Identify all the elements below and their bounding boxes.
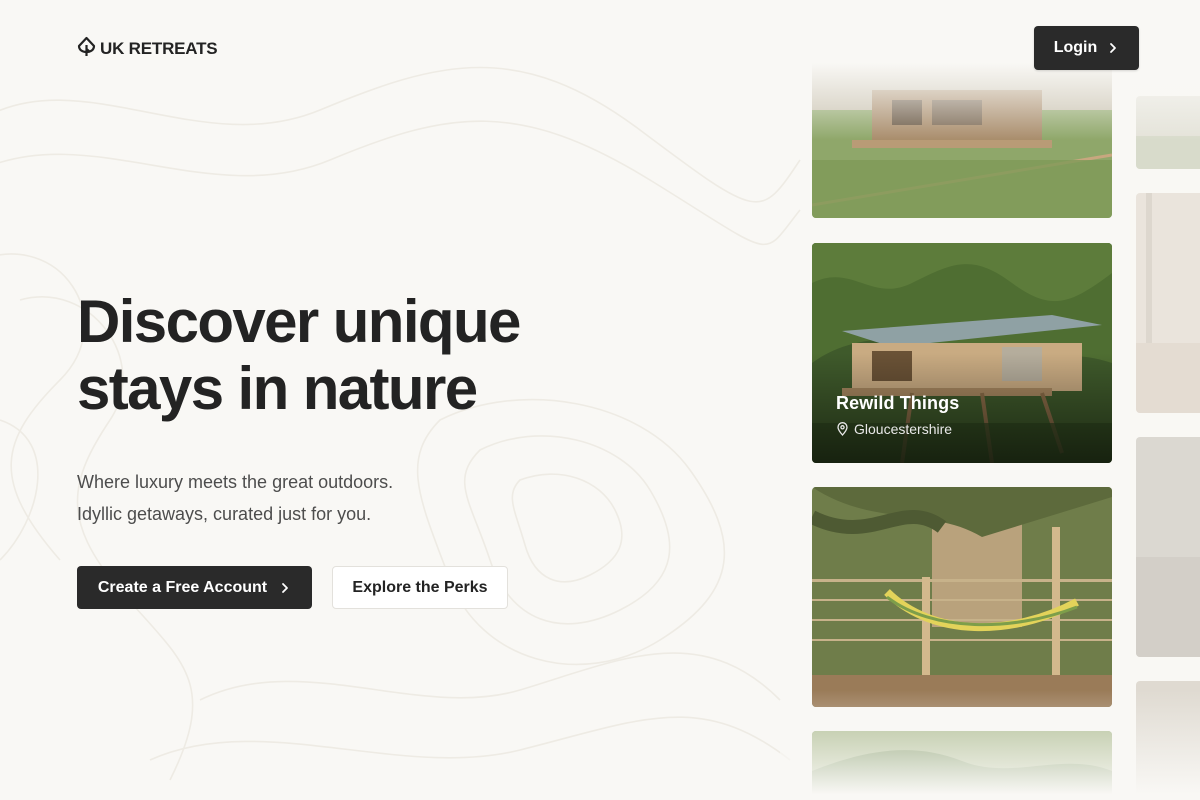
create-account-label: Create a Free Account <box>97 578 268 596</box>
tree-pin-icon <box>77 36 96 62</box>
chevron-right-icon <box>1110 43 1117 53</box>
map-pin-icon <box>837 422 848 436</box>
card-title: Rewild Things <box>836 393 960 413</box>
gallery-fade-bottom <box>780 690 1200 800</box>
explore-perks-button[interactable]: Explore the Perks <box>332 566 508 609</box>
explore-perks-label: Explore the Perks <box>352 578 488 596</box>
hero-headline: Discover unique stays in nature <box>77 288 637 422</box>
headline-line-2: stays in nature <box>77 355 478 422</box>
brand-name: UK RETREATS <box>100 39 218 58</box>
login-label: Login <box>1053 39 1098 56</box>
property-card-hammock[interactable] <box>812 487 1112 707</box>
chevron-right-icon <box>282 582 289 593</box>
property-card-rewild-things[interactable]: Rewild Things Gloucestershire <box>812 243 1112 463</box>
card-location: Gloucestershire <box>836 421 952 437</box>
hammock-deck-photo <box>812 487 1112 707</box>
gallery-fade-top <box>780 0 1200 140</box>
subtitle-line-2: Idyllic getaways, curated just for you. <box>77 504 372 524</box>
create-account-button[interactable]: Create a Free Account <box>77 566 312 609</box>
hero-section: Discover unique stays in nature Where lu… <box>77 288 637 530</box>
brand-logo[interactable]: UK RETREATS <box>77 36 218 62</box>
subtitle-line-1: Where luxury meets the great outdoors. <box>77 472 394 492</box>
card-location-label: Gloucestershire <box>854 421 953 437</box>
cta-row: Create a Free Account Explore the Perks <box>77 566 508 609</box>
hero-subtitle: Where luxury meets the great outdoors. I… <box>77 466 637 530</box>
login-button[interactable]: Login <box>1034 26 1139 70</box>
headline-line-1: Discover unique <box>77 288 521 355</box>
